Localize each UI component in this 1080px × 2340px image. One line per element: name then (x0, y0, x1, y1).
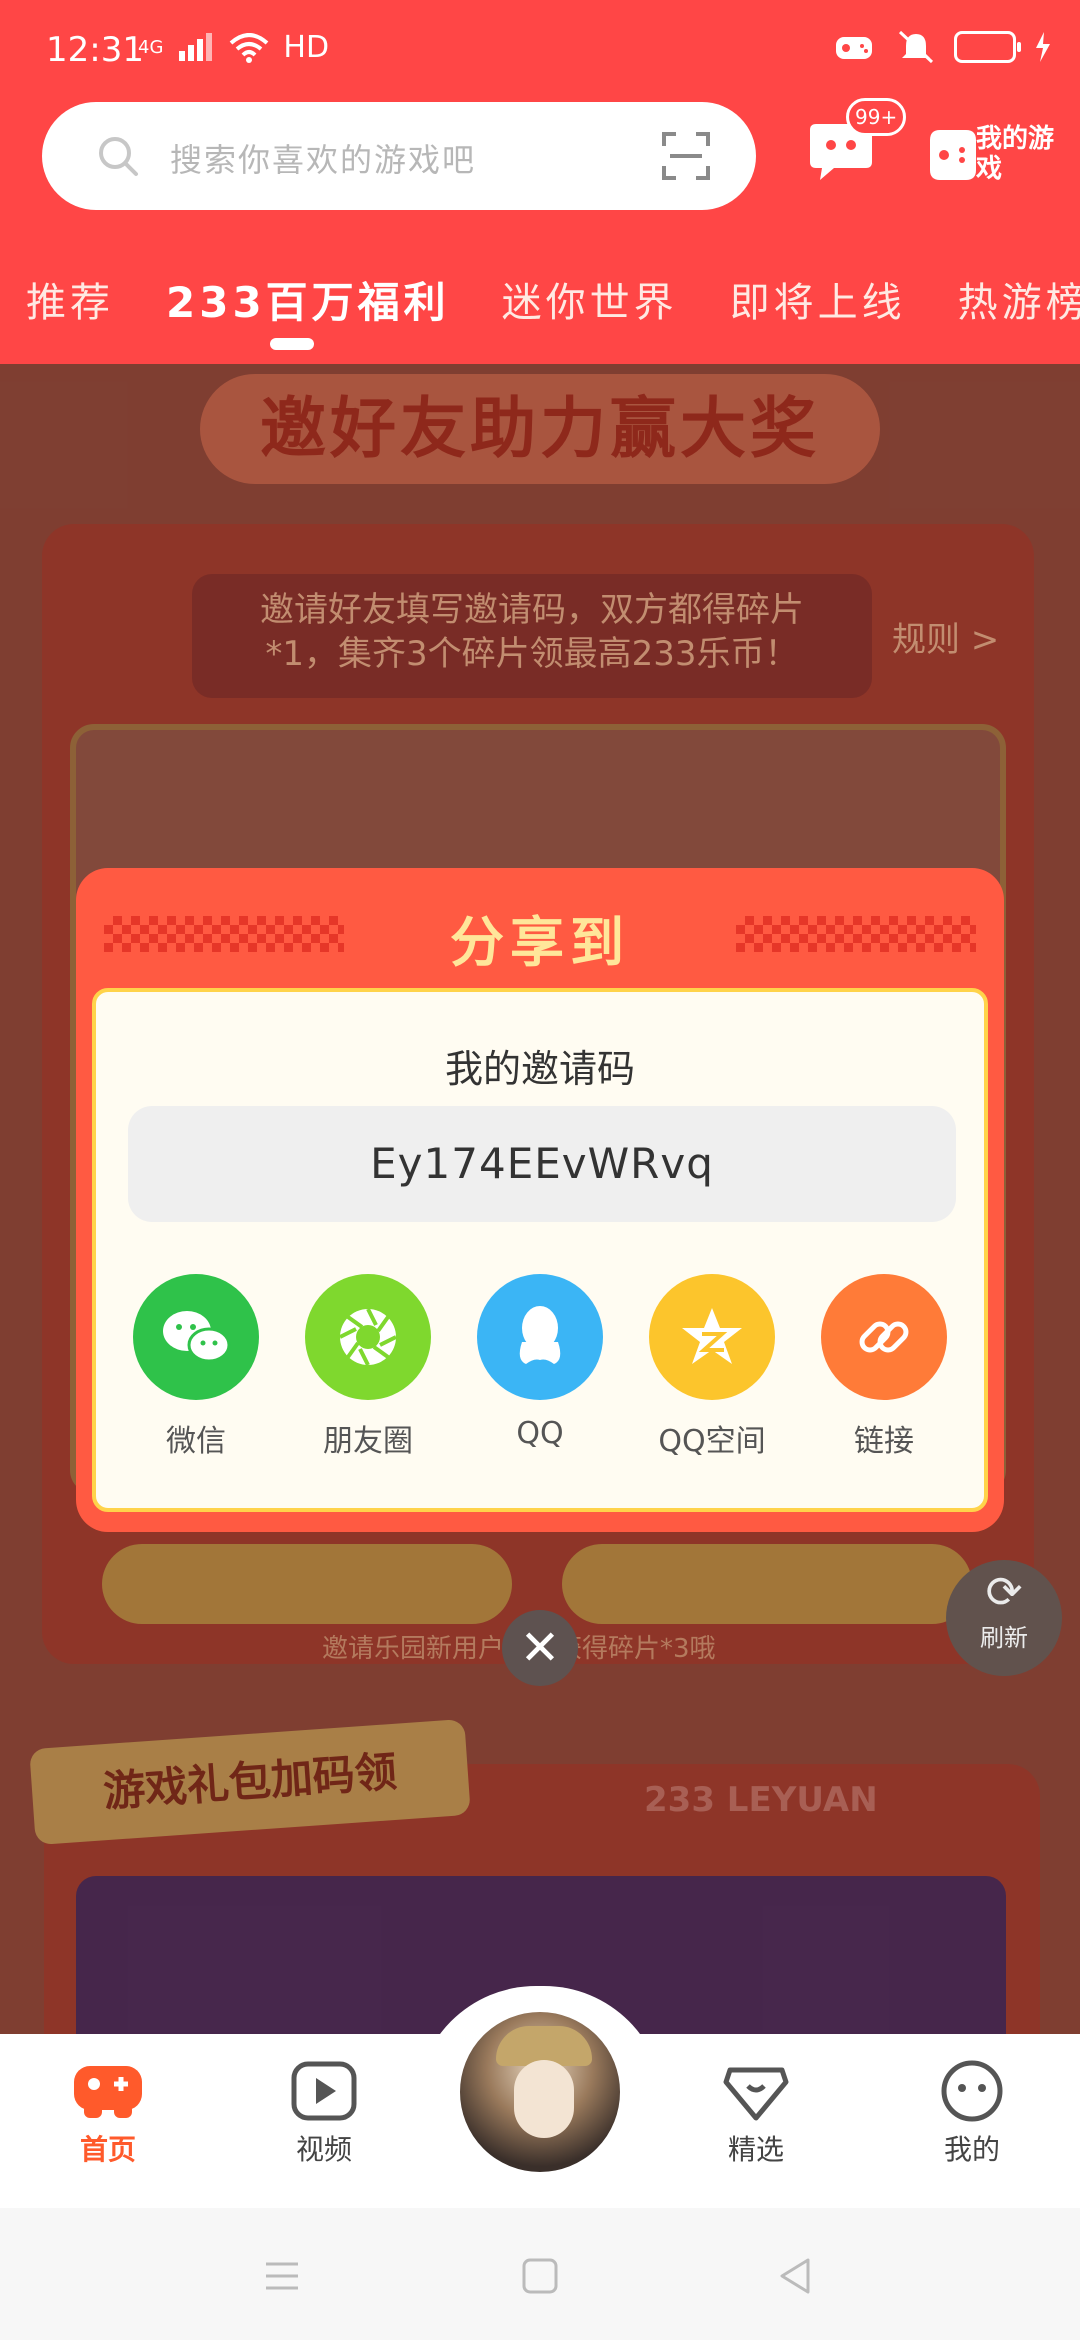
rule-text-line2: *1，集齐3个碎片领最高233乐币！ (265, 634, 799, 674)
back-icon[interactable] (776, 2256, 816, 2296)
signal-icon (179, 32, 213, 61)
charging-icon (1036, 32, 1050, 62)
share-targets: 微信 朋友圈 QQ QQ空间 链接 (96, 1274, 984, 1474)
hd-label: HD (283, 30, 330, 65)
nav-home[interactable]: 首页 (48, 2060, 168, 2168)
invite-action-buttons (102, 1544, 972, 1624)
avatar-face (514, 2060, 574, 2138)
search-input[interactable]: 搜索你喜欢的游戏吧 (42, 102, 756, 210)
moments-icon (305, 1274, 431, 1400)
share-link[interactable]: 链接 (814, 1274, 954, 1474)
share-modal: 分享到 我的邀请码 Ey174EEvWRvq 微信 朋友圈 QQ QQ空间 链接 (76, 868, 1004, 1532)
share-qq-label: QQ (516, 1416, 564, 1451)
qq-icon (477, 1274, 603, 1400)
home-icon[interactable] (520, 2256, 560, 2296)
share-qzone-label: QQ空间 (658, 1424, 766, 1459)
nav-featured-label: 精选 (727, 2133, 784, 2166)
search-icon (99, 137, 138, 176)
close-modal-button[interactable]: ✕ (502, 1610, 578, 1686)
network-label: 4G (138, 36, 164, 58)
my-games-label[interactable]: 我的游戏 (976, 124, 1056, 184)
rule-banner: 邀请好友填写邀请码，双方都得碎片 *1，集齐3个碎片领最高233乐币！ (192, 574, 872, 698)
system-nav-bar (0, 2208, 1080, 2340)
refresh-icon: ⟳ (985, 1567, 1023, 1618)
modal-title: 分享到 (450, 911, 630, 974)
share-link-label: 链接 (854, 1424, 914, 1459)
link-icon (821, 1274, 947, 1400)
nav-featured[interactable]: 精选 (696, 2060, 816, 2168)
nav-video[interactable]: 视频 (264, 2060, 384, 2168)
refresh-label: 刷新 (980, 1624, 1028, 1652)
share-moments-label: 朋友圈 (323, 1424, 413, 1459)
smiley-icon (941, 2060, 1003, 2122)
share-code-button[interactable] (102, 1544, 512, 1624)
share-qq[interactable]: QQ (470, 1274, 610, 1474)
gamepad-icon (74, 2066, 142, 2118)
game-mode-icon (836, 37, 872, 59)
status-right-icons (834, 30, 1052, 64)
leyuan-label: 233 LEYUAN (644, 1780, 878, 1820)
nav-video-label: 视频 (295, 2133, 352, 2166)
scan-icon[interactable] (660, 130, 712, 182)
category-tabs: 推荐 233百万福利 迷你世界 即将上线 热游榜 预 (0, 264, 1080, 334)
active-tab-indicator (270, 338, 314, 350)
invite-code-value[interactable]: Ey174EEvWRvq (128, 1106, 956, 1222)
nav-home-label: 首页 (79, 2133, 136, 2166)
search-placeholder: 搜索你喜欢的游戏吧 (170, 141, 477, 179)
battery-icon (954, 31, 1021, 63)
modal-content: 我的邀请码 Ey174EEvWRvq 微信 朋友圈 QQ QQ空间 链接 (92, 988, 988, 1512)
menu-icon[interactable] (262, 2256, 302, 2296)
status-bar: 12:31 4G HD (0, 0, 1080, 100)
nav-mine-label: 我的 (943, 2133, 1000, 2166)
share-qzone[interactable]: QQ空间 (642, 1274, 782, 1474)
invite-banner-title: 邀好友助力赢大奖 (200, 374, 880, 484)
invite-code-label: 我的邀请码 (444, 1047, 635, 1091)
rules-link[interactable]: 规则 > (892, 612, 999, 661)
nav-mine[interactable]: 我的 (912, 2060, 1032, 2168)
share-moments[interactable]: 朋友圈 (298, 1274, 438, 1474)
tab-hot-games[interactable]: 热游榜 (932, 270, 1080, 328)
wechat-icon (133, 1274, 259, 1400)
share-wechat-label: 微信 (166, 1424, 226, 1459)
mute-icon (898, 30, 934, 64)
qzone-icon (649, 1274, 775, 1400)
status-left-icons: 4G HD (138, 30, 329, 65)
tab-mini-world[interactable]: 迷你世界 (476, 270, 704, 328)
tab-coming-soon[interactable]: 即将上线 (704, 270, 932, 328)
refresh-button[interactable]: ⟳ 刷新 (946, 1560, 1062, 1676)
user-avatar[interactable] (456, 2008, 624, 2176)
enter-code-button[interactable] (562, 1544, 972, 1624)
share-wechat[interactable]: 微信 (126, 1274, 266, 1474)
status-time: 12:31 (46, 30, 144, 70)
tab-233-welfare[interactable]: 233百万福利 (140, 269, 476, 330)
message-badge: 99+ (846, 98, 907, 136)
wifi-icon (230, 32, 269, 63)
rule-text-line1: 邀请好友填写邀请码，双方都得碎片 (260, 590, 804, 630)
video-icon (291, 2061, 357, 2121)
top-header: 12:31 4G HD 搜索你喜欢的游戏吧 99+ 我的游戏 推荐 233百万福… (0, 0, 1080, 364)
heart-badge-icon (723, 2067, 789, 2121)
tab-recommend[interactable]: 推荐 (0, 270, 140, 328)
